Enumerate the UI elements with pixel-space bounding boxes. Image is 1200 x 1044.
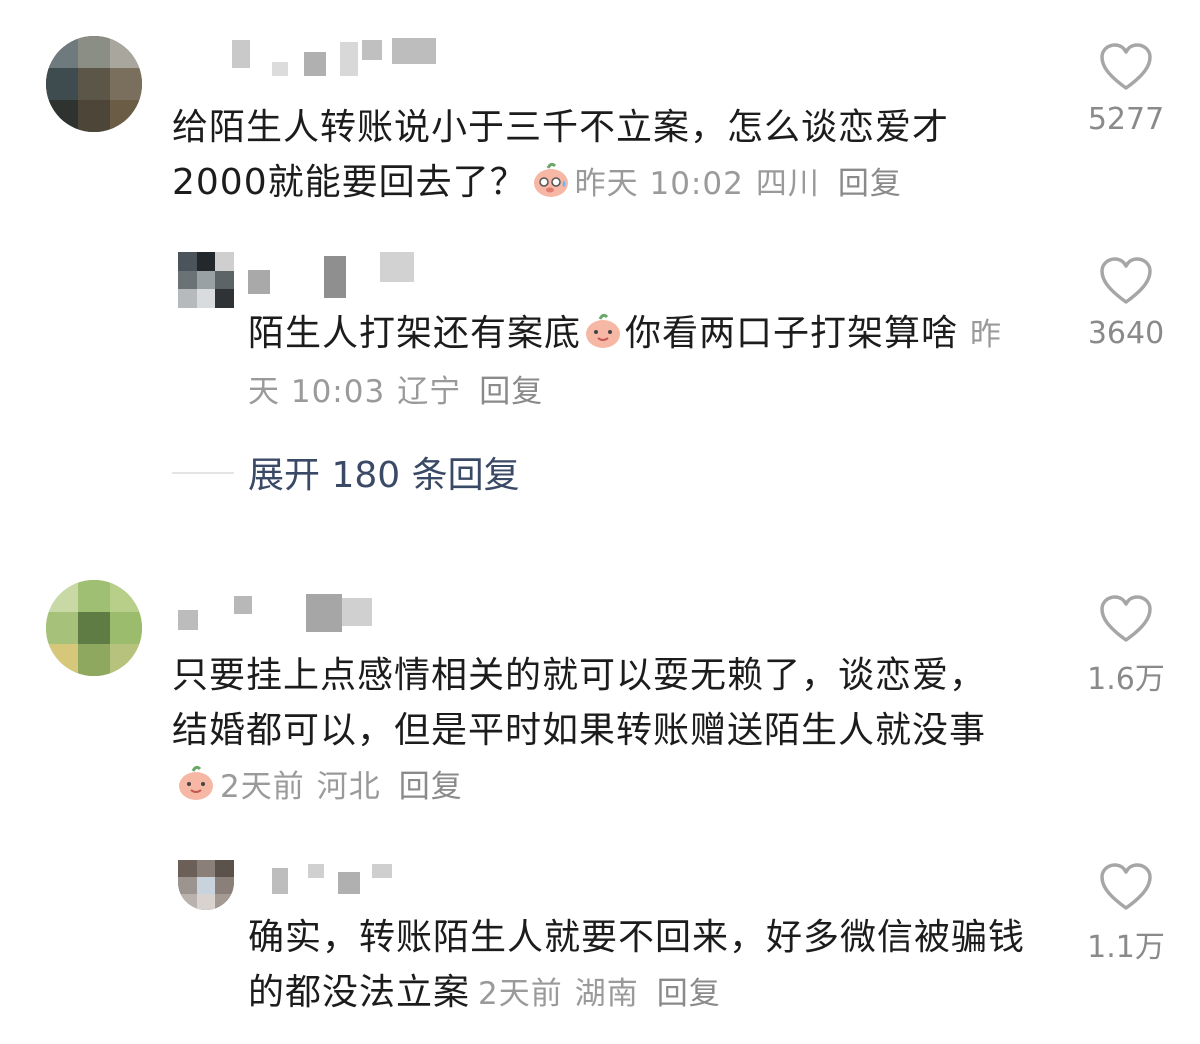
- like-button[interactable]: 1.6万: [1076, 594, 1176, 698]
- like-count: 5277: [1087, 102, 1165, 137]
- like-button[interactable]: 3640: [1076, 256, 1176, 351]
- reply-time: 2天前: [478, 976, 563, 1012]
- comment-location: 四川: [755, 166, 820, 202]
- reply-text: 陌生人打架还有案底 你看两口子打架算啥 昨天 10:03 辽宁 回复: [248, 311, 1003, 410]
- comment-time: 2天前: [220, 769, 305, 805]
- expand-replies-button[interactable]: 展开 180 条回复: [248, 446, 520, 498]
- avatar-image: [46, 36, 142, 132]
- like-button[interactable]: 1.1万: [1076, 862, 1176, 966]
- username-blurred[interactable]: [178, 590, 388, 636]
- reply-button[interactable]: 回复: [838, 166, 902, 202]
- reply-button[interactable]: 回复: [657, 976, 721, 1012]
- heart-icon: [1100, 595, 1152, 642]
- avatar-image: [178, 860, 234, 910]
- comment-location: 河北: [316, 769, 381, 805]
- username-blurred[interactable]: [272, 860, 412, 906]
- avatar[interactable]: [46, 36, 142, 132]
- comment-text: 给陌生人转账说小于三千不立案，怎么谈恋爱才2000就能要回去了？ 昨天 10:0…: [172, 107, 950, 203]
- heart-icon: [1100, 863, 1152, 910]
- username-blurred[interactable]: [232, 32, 442, 78]
- smile-pig-emoji: [583, 311, 623, 351]
- avatar-image: [46, 580, 142, 676]
- like-count: 3640: [1087, 316, 1165, 351]
- heart-icon: [1100, 257, 1152, 304]
- like-button[interactable]: 5277: [1076, 42, 1176, 137]
- reply-location: 辽宁: [397, 374, 462, 410]
- reply-location: 湖南: [574, 976, 639, 1012]
- like-count: 1.1万: [1087, 930, 1165, 965]
- like-count: 1.6万: [1087, 662, 1165, 697]
- avatar[interactable]: [46, 580, 142, 676]
- reply-button[interactable]: 回复: [479, 374, 543, 410]
- sweat-pig-emoji: [531, 160, 571, 200]
- avatar-image: [178, 252, 234, 308]
- smile-pig-emoji: [176, 763, 216, 803]
- expand-divider: [172, 472, 234, 474]
- heart-icon: [1100, 43, 1152, 90]
- username-blurred[interactable]: [248, 252, 428, 298]
- reply-text: 确实，转账陌生人就要不回来，好多微信被骗钱的都没法立案 2天前 湖南 回复: [248, 917, 1026, 1013]
- avatar[interactable]: [178, 860, 234, 910]
- comment-text: 只要挂上点感情相关的就可以耍无赖了，谈恋爱，结婚都可以，但是平时如果转账赠送陌生…: [172, 655, 987, 805]
- comment-time: 昨天 10:02: [574, 166, 744, 202]
- avatar[interactable]: [178, 252, 234, 308]
- reply-button[interactable]: 回复: [399, 769, 463, 805]
